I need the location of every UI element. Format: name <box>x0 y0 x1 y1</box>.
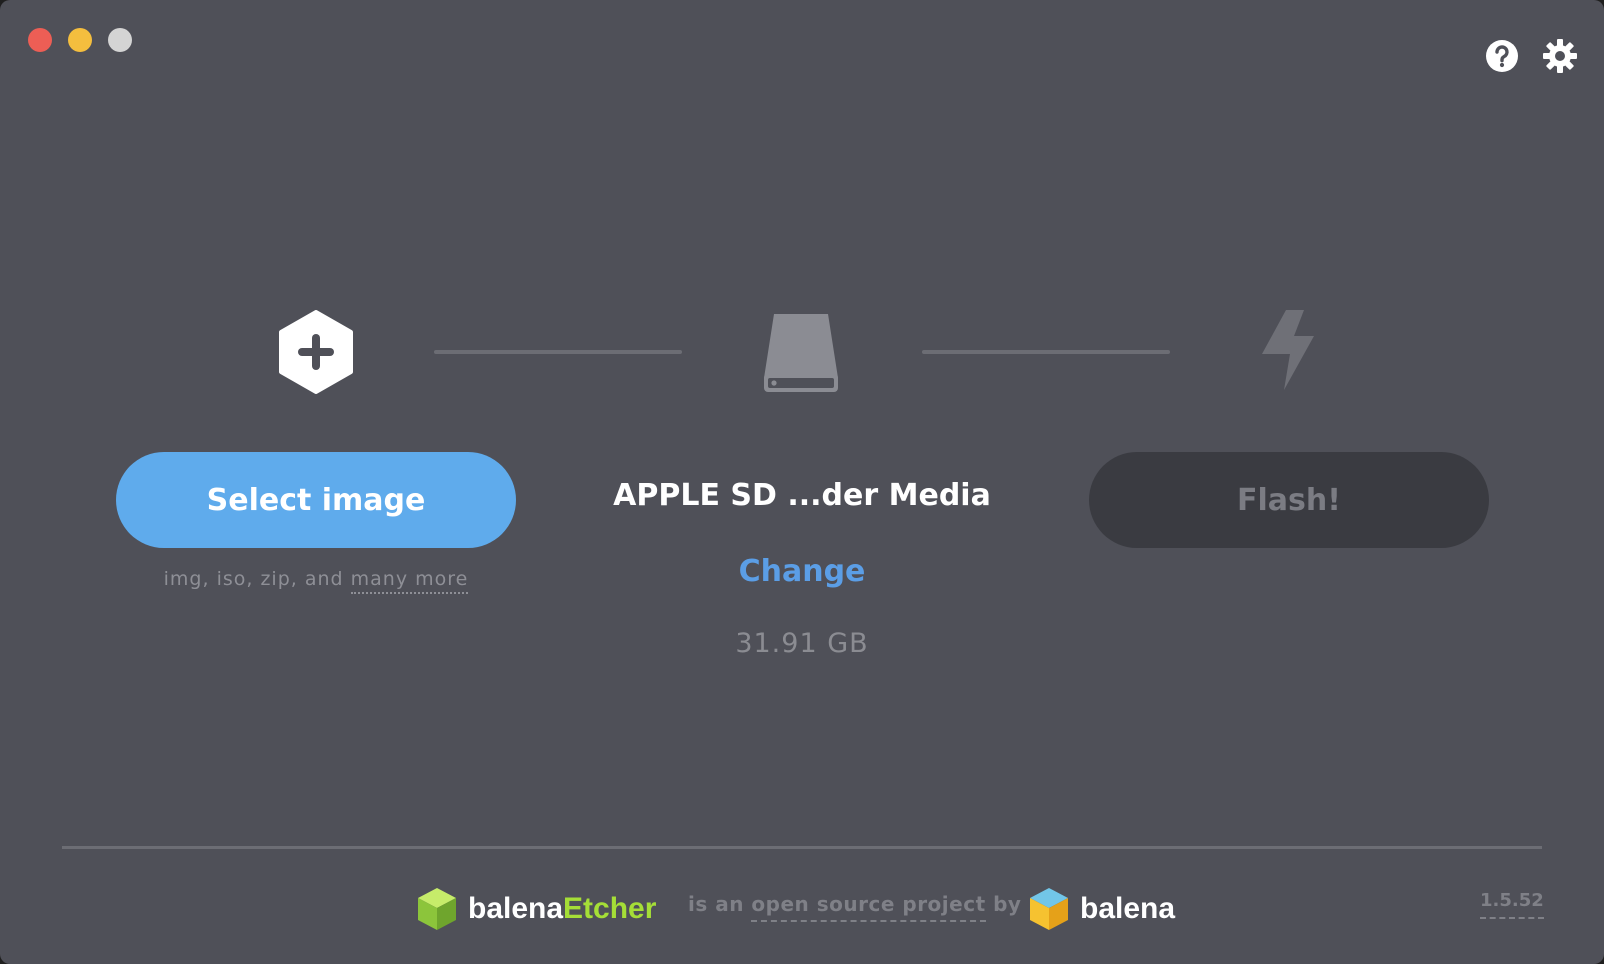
window-minimize-button[interactable] <box>68 28 92 52</box>
etcher-cube-icon <box>418 888 456 930</box>
window-close-button[interactable] <box>28 28 52 52</box>
image-format-hint: img, iso, zip, and many more <box>116 568 516 594</box>
etcher-brand-part-b: Etcher <box>563 892 657 925</box>
footer-divider <box>62 846 1542 849</box>
balena-brand-text: balena <box>1080 892 1176 925</box>
selected-drive-name: APPLE SD ...der Media <box>613 478 991 513</box>
drive-icon <box>764 314 838 392</box>
etcher-window: Select image img, iso, zip, and many mor… <box>0 0 1604 964</box>
flash-button[interactable]: Flash! <box>1089 452 1489 548</box>
hint-text: img, iso, zip, and <box>163 568 351 590</box>
balena-etcher-logo[interactable]: balenaEtcher <box>416 884 656 934</box>
oss-suffix: by <box>985 892 1022 916</box>
many-more-link[interactable]: many more <box>350 568 469 594</box>
help-icon[interactable] <box>1484 38 1520 74</box>
plus-hexagon-icon <box>279 310 353 394</box>
open-source-note: is an open source project by <box>688 892 1022 922</box>
gear-icon[interactable] <box>1542 38 1578 74</box>
version-link[interactable]: 1.5.52 <box>1480 890 1544 919</box>
step-connector-2 <box>922 350 1170 354</box>
balena-logo[interactable]: balena <box>1028 884 1175 934</box>
open-source-link[interactable]: open source project <box>751 892 986 922</box>
etcher-brand-text: balenaEtcher <box>468 892 656 926</box>
drive-size: 31.91 GB <box>735 628 869 659</box>
select-image-button[interactable]: Select image <box>116 452 516 548</box>
etcher-brand-part-a: balena <box>468 892 564 925</box>
change-drive-link[interactable]: Change <box>702 554 902 589</box>
window-maximize-button[interactable] <box>108 28 132 52</box>
oss-prefix: is an <box>688 892 752 916</box>
balena-cube-icon <box>1030 888 1068 930</box>
step-connector-1 <box>434 350 682 354</box>
lightning-icon <box>1262 310 1314 390</box>
